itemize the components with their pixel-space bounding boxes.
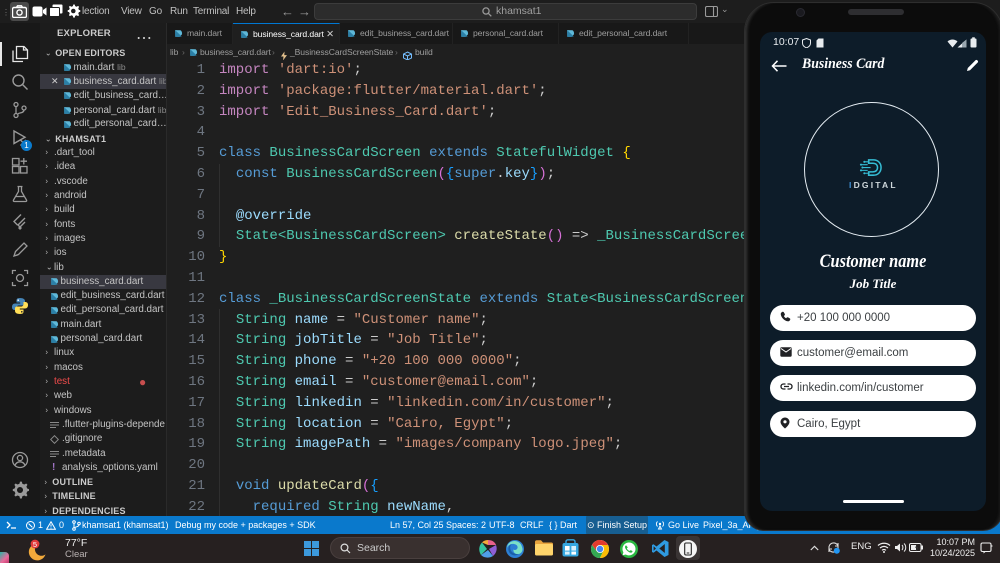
svg-text:5: 5 — [33, 540, 37, 549]
